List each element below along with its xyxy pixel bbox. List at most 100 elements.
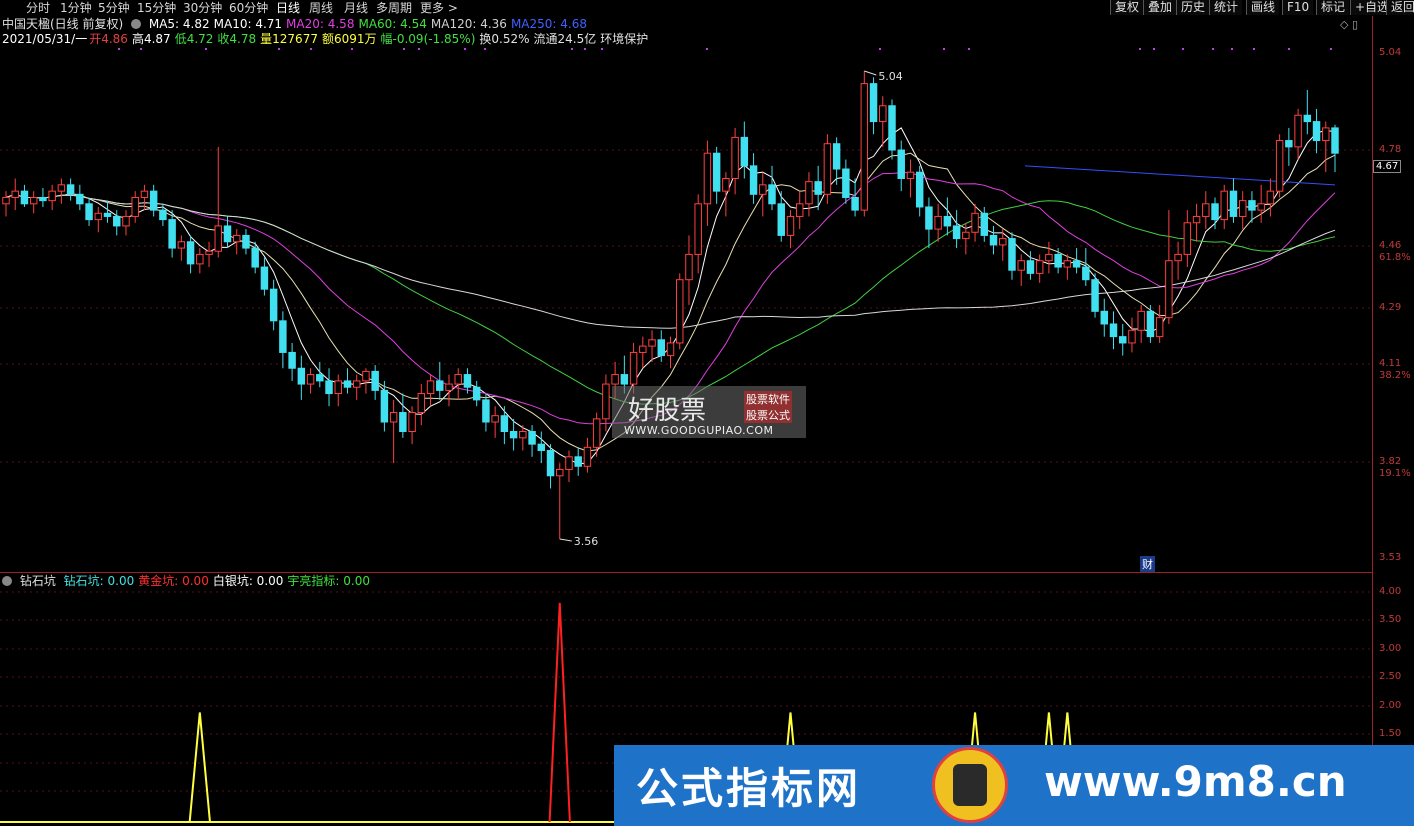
candle-body (666, 342, 675, 357)
candle-body (168, 219, 176, 249)
signal-dot (1253, 48, 1255, 50)
tab-5[interactable]: 60分钟 (229, 0, 268, 16)
candle-body (279, 320, 287, 353)
candle-body (565, 456, 573, 470)
signal-dot (584, 48, 586, 50)
ma-header: 中国天楹(日线 前复权) MA5: 4.82 MA10: 4.71 MA20: 4.… (2, 17, 595, 31)
candle-body (962, 231, 970, 240)
site-banner: 公式指标网 www.9m8.cn (614, 745, 1414, 826)
quote-float: 流通24.5亿 (533, 32, 597, 46)
candle-body (76, 193, 84, 205)
candle-body (602, 383, 610, 420)
signal-dot (118, 48, 120, 50)
candle-body (722, 178, 730, 192)
tab-9[interactable]: 多周期 (376, 0, 412, 16)
candle-body (140, 190, 149, 198)
signal-dot (706, 48, 708, 50)
signal-dot (571, 48, 573, 50)
ma-value-1: MA10: 4.71 (213, 17, 283, 31)
ma-value-3: MA60: 4.54 (358, 17, 427, 31)
candle-body (454, 374, 462, 385)
candle-body (1146, 310, 1155, 338)
tab-6[interactable]: 日线 (276, 0, 300, 16)
candle-body (611, 374, 619, 385)
candle-body (685, 253, 693, 281)
candle-body (657, 339, 666, 357)
indicator-spike (188, 712, 211, 823)
candle-body (426, 380, 435, 395)
candle-body (1331, 127, 1339, 154)
tab-4[interactable]: 30分钟 (183, 0, 222, 16)
candle-body (583, 446, 592, 467)
ma-value-4: MA120: 4.36 (430, 17, 507, 31)
signal-dot (943, 48, 945, 50)
quote-turnover: 换0.52% (479, 32, 530, 46)
signal-dot (140, 48, 142, 50)
axis-tick: 3.50 (1379, 614, 1402, 625)
toolbar-button-6[interactable]: 标记 (1316, 0, 1350, 15)
toolbar-button-1[interactable]: 叠加 (1143, 0, 1177, 15)
axis-tick: 38.2% (1379, 370, 1411, 381)
candle-body (131, 196, 139, 217)
candle-body (731, 136, 739, 179)
signal-dot (601, 48, 603, 50)
ma-value-0: MA5: 4.82 (148, 17, 210, 31)
candlestick-chart[interactable]: 5.04 3.56 (0, 46, 1372, 572)
candle-body (29, 196, 38, 205)
tab-1[interactable]: 1分钟 (60, 0, 92, 16)
candle-body (1045, 253, 1053, 262)
candle-body (94, 212, 103, 221)
candle-body (805, 181, 813, 205)
axis-tick: 1.50 (1379, 728, 1402, 739)
toolbar-button-5[interactable]: F10 (1282, 0, 1314, 15)
ma250-line (1024, 165, 1336, 186)
quote-header: 2021/05/31/一 开4.86 高4.87 低4.72 收4.78 量127677 额… (2, 32, 652, 46)
candle-body (269, 288, 278, 322)
tab-8[interactable]: 月线 (344, 0, 368, 16)
axis-tick: 4.11 (1379, 358, 1402, 369)
signal-dot (351, 48, 353, 50)
candle-body (500, 415, 509, 432)
tab-2[interactable]: 5分钟 (98, 0, 130, 16)
toolbar-button-2[interactable]: 历史 (1176, 0, 1210, 15)
tab-0[interactable]: 分时 (26, 0, 50, 16)
watermark-url: WWW.GOODGUPIAO.COM (624, 424, 774, 437)
candle-body (325, 380, 333, 395)
collapse-icon[interactable] (2, 576, 12, 586)
panel-controls[interactable]: ◇ ▯ (1340, 18, 1358, 31)
tab-7[interactable]: 周线 (309, 0, 333, 16)
candle-body (980, 212, 989, 236)
low-marker (559, 538, 572, 542)
candle-body (952, 225, 961, 240)
candle-body (999, 238, 1007, 246)
candle-body (242, 234, 250, 249)
candle-body (20, 190, 29, 205)
candle-body (11, 190, 19, 198)
collapse-icon[interactable] (131, 19, 142, 29)
axis-tick: 5.04 (1379, 47, 1402, 58)
tab-10[interactable]: 更多 > (420, 0, 458, 16)
candle-body (103, 212, 112, 217)
candle-body (1322, 127, 1330, 142)
toolbar-button-8[interactable]: 返回 (1386, 0, 1414, 15)
signal-dot (1330, 48, 1332, 50)
candle-body (1118, 336, 1127, 344)
candle-body (546, 449, 555, 477)
candle-body (232, 234, 241, 243)
quote-date: 2021/05/31/一 (2, 32, 88, 46)
candle-body (2, 196, 10, 205)
candle-body (260, 266, 269, 290)
candle-body (1174, 253, 1182, 262)
axis-tick: 4.67 (1373, 160, 1402, 173)
candle-body (417, 393, 426, 414)
candle-body (380, 389, 389, 423)
axis-tick: 3.00 (1379, 643, 1402, 654)
toolbar-button-3[interactable]: 统计 (1209, 0, 1243, 15)
price-axis: 5.04 4.78 4.67 4.46 61.8% 4.29 4.11 38.2% 3.82 19… (1372, 16, 1414, 826)
finance-badge[interactable]: 财 (1140, 556, 1155, 572)
candle-body (851, 196, 859, 211)
axis-tick: 2.00 (1379, 700, 1402, 711)
toolbar-button-0[interactable]: 复权 (1110, 0, 1144, 15)
tab-3[interactable]: 15分钟 (137, 0, 176, 16)
toolbar-button-4[interactable]: 画线 (1246, 0, 1280, 15)
